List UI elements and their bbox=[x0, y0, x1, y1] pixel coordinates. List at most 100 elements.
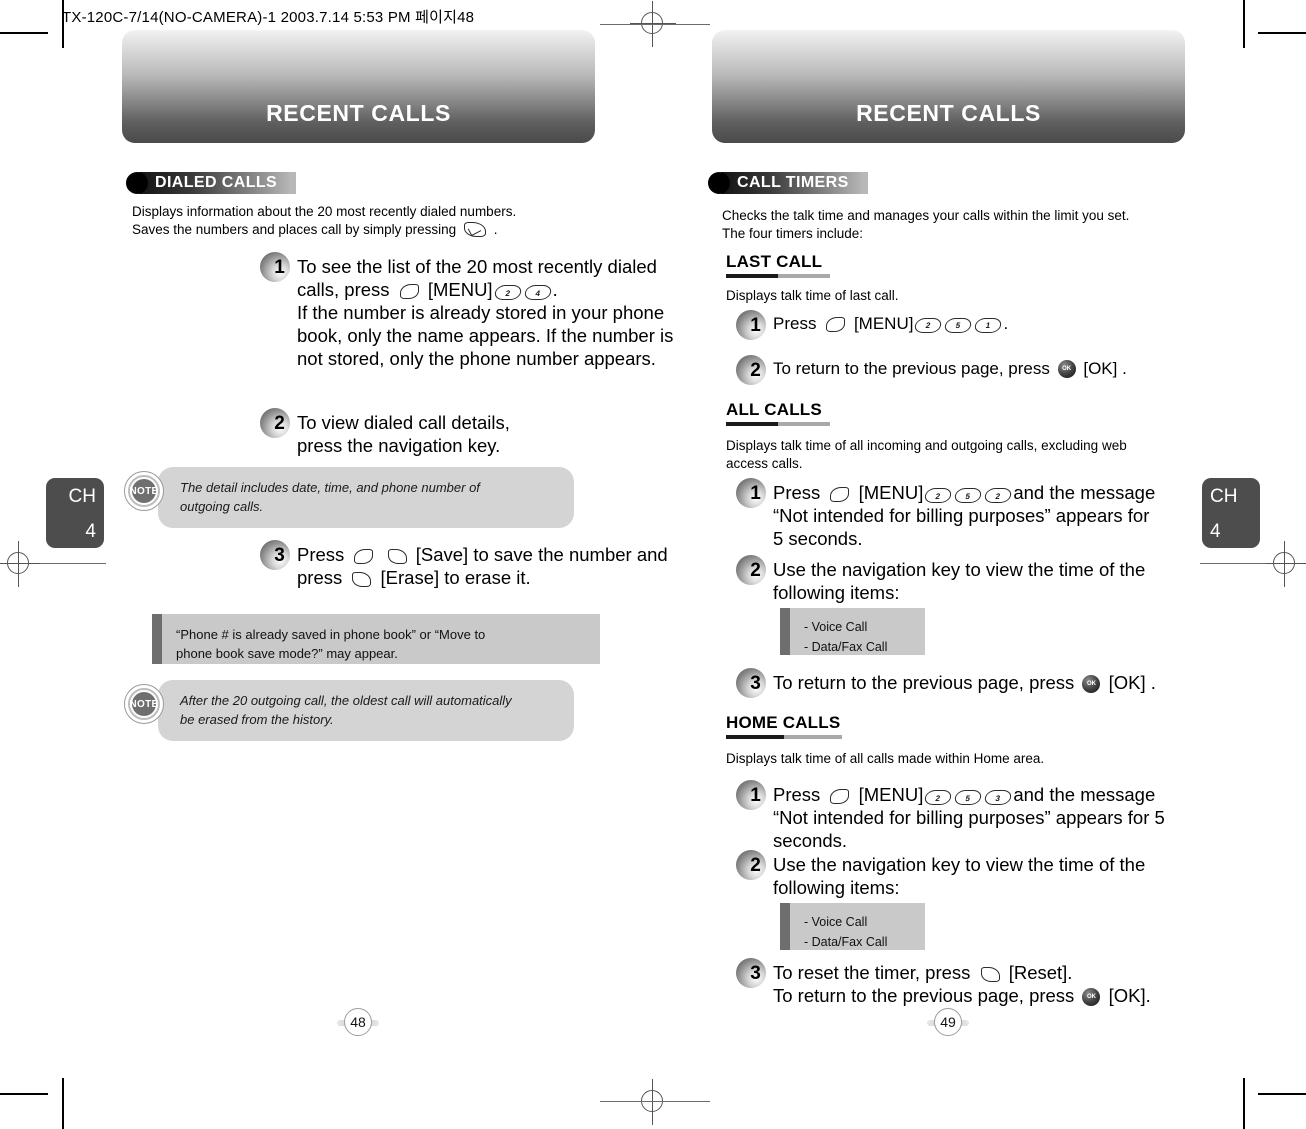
tip-box-accent-bar bbox=[152, 614, 162, 664]
ok-label: [OK] bbox=[1108, 672, 1146, 693]
left-page: RECENT CALLS DIALED CALLS Displays infor… bbox=[110, 0, 700, 1129]
registration-mark-left bbox=[0, 541, 42, 587]
send-call-key-icon bbox=[463, 221, 487, 238]
page-number-value: 48 bbox=[350, 1014, 366, 1030]
right-page-banner: RECENT CALLS bbox=[712, 30, 1185, 143]
step-text: Press [Save] to save the number and pres… bbox=[297, 540, 668, 589]
step-text: To see the list of the 20 most recently … bbox=[297, 252, 673, 370]
dialed-calls-step-2: 2 To view dialed call details, press the… bbox=[260, 408, 690, 457]
menu-label: [MENU] bbox=[427, 279, 493, 300]
dialed-calls-intro-line2: Saves the numbers and places call by sim… bbox=[132, 221, 602, 239]
save-softkey-label: [Save] bbox=[415, 544, 469, 565]
dialed-calls-intro-line2-text: Saves the numbers and places call by sim… bbox=[132, 222, 457, 237]
items-box-accent-bar bbox=[780, 608, 790, 655]
note-badge-icon: NOTE bbox=[124, 471, 164, 511]
all-calls-step-2-line-2: following items: bbox=[773, 582, 900, 603]
dialed-calls-step-3: 3 Press [Save] to save the number and pr… bbox=[260, 540, 690, 589]
step-2-line-1: To view dialed call details, bbox=[297, 412, 510, 433]
step-number: 2 bbox=[750, 359, 761, 381]
section-header-tail bbox=[860, 172, 868, 194]
list-item: - Data/Fax Call bbox=[804, 935, 888, 949]
all-calls-step-1: 1 Press [MENU] 2 5 2 and the message “Not in… bbox=[736, 478, 1196, 550]
step-text: To reset the timer, press [Reset]. To re… bbox=[773, 958, 1151, 1007]
step-3-press-word-2: press bbox=[297, 567, 343, 588]
step-3-press-word: Press bbox=[297, 544, 345, 565]
left-page-banner: RECENT CALLS bbox=[122, 30, 595, 143]
keypad-key-2-icon: 2 bbox=[923, 488, 953, 503]
subheading-last-call-label: LAST CALL bbox=[726, 252, 823, 271]
message-tail: and the message bbox=[1013, 784, 1156, 805]
tip-1-line-2: phone book save mode?” may appear. bbox=[176, 646, 398, 661]
list-item: - Data/Fax Call bbox=[804, 640, 888, 654]
crop-mark-bottom-left-vertical bbox=[62, 1078, 64, 1129]
step-number-badge: 3 bbox=[736, 958, 766, 988]
all-calls-desc-line2: access calls. bbox=[726, 456, 803, 471]
left-soft-key-icon bbox=[828, 486, 850, 502]
right-page-banner-title: RECENT CALLS bbox=[856, 100, 1041, 126]
ok-label: [OK]. bbox=[1108, 985, 1151, 1006]
step-number: 1 bbox=[750, 784, 761, 806]
all-calls-step-1-line-3: 5 seconds. bbox=[773, 528, 863, 549]
left-soft-key-icon bbox=[352, 548, 374, 564]
section-bullet-icon bbox=[708, 172, 730, 194]
section-header-label: DIALED CALLS bbox=[139, 172, 290, 194]
left-soft-key-icon bbox=[824, 316, 846, 332]
home-calls-step-1-line-3: seconds. bbox=[773, 830, 848, 851]
dialed-calls-step-1: 1 To see the list of the 20 most recentl… bbox=[260, 252, 690, 370]
note-badge-label: NOTE bbox=[129, 698, 159, 710]
subheading-home-calls-label: HOME CALLS bbox=[726, 713, 841, 732]
step-number: 3 bbox=[750, 672, 761, 694]
chapter-tab-left-number: 4 bbox=[85, 521, 96, 542]
step-1-line-2: calls, press [MENU] 2 4. bbox=[297, 278, 673, 301]
step-number-badge: 2 bbox=[736, 850, 766, 880]
step-number-badge: 1 bbox=[260, 252, 290, 282]
step-number-badge: 1 bbox=[736, 310, 766, 340]
home-calls-step-3-line-1: To reset the timer, press [Reset]. bbox=[773, 961, 1151, 984]
menu-label: [MENU] bbox=[858, 784, 924, 805]
period: . bbox=[1003, 314, 1009, 333]
all-calls-step-3: 3 To return to the previous page, press … bbox=[736, 668, 1196, 698]
last-call-step-1-line: Press [MENU] 2 5 1. bbox=[773, 313, 1008, 335]
page-number-value: 49 bbox=[940, 1014, 956, 1030]
step-3-line-1: Press [Save] to save the number and bbox=[297, 543, 668, 566]
ok-label: [OK] bbox=[1083, 359, 1118, 378]
step-text: Use the navigation key to view the time … bbox=[773, 850, 1145, 899]
all-calls-step-1-line-1: Press [MENU] 2 5 2 and the message bbox=[773, 481, 1155, 504]
home-calls-step-2-line-2: following items: bbox=[773, 877, 900, 898]
note-badge-label: NOTE bbox=[129, 485, 159, 497]
last-call-desc-line1: Displays talk time of last call. bbox=[726, 288, 899, 303]
step-3-line-2: press [Erase] to erase it. bbox=[297, 566, 668, 589]
dialed-calls-intro-line2-period: . bbox=[493, 222, 498, 237]
step-number-badge: 2 bbox=[736, 555, 766, 585]
step-1-press-word: calls, press bbox=[297, 279, 390, 300]
crop-mark-top-left-horizontal bbox=[0, 32, 48, 34]
step-number: 1 bbox=[750, 314, 761, 336]
return-text: To return to the previous page, press bbox=[773, 985, 1075, 1006]
manual-page-spread: TX-120C-7/14(NO-CAMERA)-1 2003.7.14 5:53… bbox=[0, 0, 1306, 1129]
section-header-call-timers: CALL TIMERS bbox=[708, 171, 868, 195]
all-calls-items-box: - Voice Call - Data/Fax Call bbox=[780, 608, 925, 655]
note-2-line-1: After the 20 outgoing call, the oldest c… bbox=[180, 693, 512, 708]
registration-guide-left bbox=[40, 563, 106, 564]
step-text: Use the navigation key to view the time … bbox=[773, 555, 1145, 604]
tip-box-phone-book: “Phone # is already saved in phone book”… bbox=[152, 614, 600, 664]
step-3-line-2-tail: to erase it. bbox=[444, 567, 531, 588]
step-number: 1 bbox=[750, 482, 761, 504]
step-number: 2 bbox=[750, 559, 761, 581]
return-text: To return to the previous page, press bbox=[773, 672, 1075, 693]
tip-1-line-1: “Phone # is already saved in phone book”… bbox=[176, 627, 486, 642]
note-bubble-2: After the 20 outgoing call, the oldest c… bbox=[158, 680, 574, 741]
left-page-banner-title: RECENT CALLS bbox=[266, 100, 451, 126]
subheading-all-calls: ALL CALLS bbox=[726, 400, 830, 426]
step-1-line-1: To see the list of the 20 most recently … bbox=[297, 256, 657, 277]
keypad-key-5-icon: 5 bbox=[953, 488, 983, 503]
keypad-key-2b-icon: 2 bbox=[983, 488, 1013, 503]
press-word: Press bbox=[773, 784, 821, 805]
press-word: Press bbox=[773, 314, 817, 333]
erase-softkey-label: [Erase] bbox=[380, 567, 440, 588]
step-number: 3 bbox=[274, 544, 285, 566]
home-calls-items-box: - Voice Call - Data/Fax Call bbox=[780, 903, 925, 950]
left-soft-key-icon bbox=[398, 283, 420, 299]
note-callout-1: NOTE The detail includes date, time, and… bbox=[124, 467, 576, 528]
subheading-home-calls: HOME CALLS bbox=[726, 713, 842, 739]
